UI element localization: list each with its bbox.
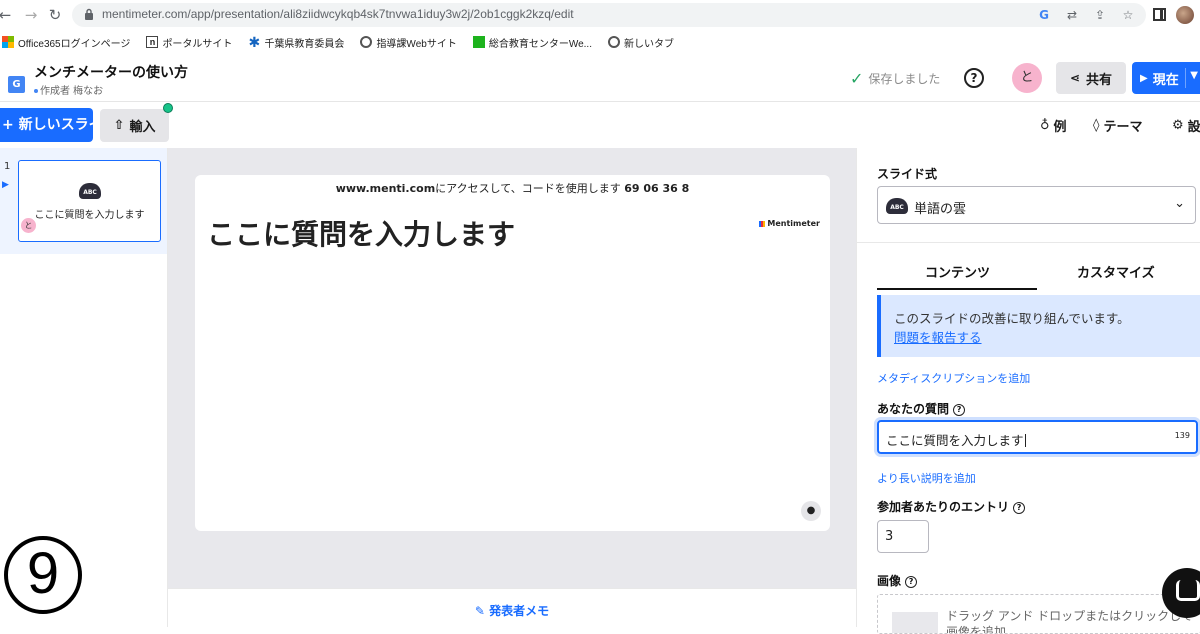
slide-thumbnail[interactable]: ABC ここに質問を入力します と (18, 160, 161, 242)
slide-type-select[interactable]: ABC 単語の雲 ⌄ (877, 186, 1196, 224)
image-label: 画像? (877, 572, 918, 589)
slide-preview[interactable]: www.menti.comにアクセスして、コードを使用します 69 06 36 … (195, 175, 830, 531)
profile-avatar[interactable] (1176, 6, 1194, 24)
reload-icon[interactable]: ↻ (46, 6, 64, 24)
browser-toolbar: ← → ↻ mentimeter.com/app/presentation/al… (0, 0, 1200, 30)
divider (1185, 68, 1186, 88)
asterisk-icon: ✱ (248, 34, 261, 50)
bookmark-center[interactable]: 総合教育センターWe... (472, 35, 592, 50)
improvement-notice: このスライドの改善に取り組んでいます。 問題を報告する (877, 295, 1200, 357)
chevron-down-icon[interactable]: ▼ (1190, 70, 1198, 81)
themes-button[interactable]: ◊ テーマ (1093, 116, 1142, 135)
character-count: 139 (1174, 431, 1190, 440)
presentation-author: 作成者 梅なお (34, 82, 103, 97)
present-button[interactable]: ▶ 現在 ▼ (1132, 62, 1200, 94)
slide-type-label: スライド式 (877, 167, 938, 181)
settings-button[interactable]: ⚙設定 (1172, 116, 1200, 135)
help-icon[interactable]: ? (953, 404, 966, 416)
portal-icon: n (146, 36, 159, 48)
slide-row-active[interactable]: 1 ▶ ABC ここに質問を入力します と (0, 148, 167, 254)
presenter-notes-bar: ✎ 発表者メモ (168, 588, 856, 627)
bookmark-chiba-board[interactable]: ✱ 千葉県教育委員会 (248, 35, 344, 50)
bookmark-star-icon[interactable]: ☆ (1120, 6, 1136, 24)
image-placeholder (892, 612, 938, 633)
translate-icon[interactable]: G (8, 76, 25, 93)
globe-icon (360, 36, 373, 48)
import-button[interactable]: ⇧ 輸入 (100, 109, 169, 142)
upload-icon: ⇧ (113, 118, 125, 133)
active-tab-indicator (877, 288, 1037, 290)
mentimeter-logo: Mentimeter (759, 219, 820, 228)
dropzone-text: ドラッグ アンド ドロップまたはクリックして画像を追加 (946, 609, 1193, 634)
step-number-badge: 9 (4, 536, 82, 614)
word-cloud-icon: ABC (886, 198, 908, 214)
add-long-description-link[interactable]: より長い説明を追加 (877, 470, 976, 486)
question-label: あなたの質問? (877, 400, 966, 417)
play-icon: ▶ (1140, 72, 1148, 84)
presentation-title[interactable]: メンチメーターの使い方 (34, 62, 188, 82)
help-icon[interactable]: ? (905, 576, 918, 588)
share-page-icon[interactable]: ⇪ (1092, 6, 1108, 24)
check-icon: ✓ (850, 68, 864, 88)
entries-per-participant-input[interactable]: 3 (877, 520, 929, 553)
text-caret (1024, 434, 1026, 447)
editor-avatar: と (21, 218, 36, 233)
add-meta-description-link[interactable]: メタディスクリプションを追加 (877, 370, 1030, 386)
bookmark-office365[interactable]: Office365ログインページ (2, 35, 130, 50)
lightbulb-icon: ♁ (1040, 118, 1050, 133)
bookmark-shidouka[interactable]: 指導課Webサイト (360, 35, 457, 50)
examples-button[interactable]: ♁ 例 (1040, 116, 1067, 135)
slide-canvas-area: www.menti.comにアクセスして、コードを使用します 69 06 36 … (168, 148, 856, 588)
join-instructions: www.menti.comにアクセスして、コードを使用します 69 06 36 … (335, 182, 690, 195)
settings-panel: スライド式 ABC 単語の雲 ⌄ コンテンツ カスタマイズ このスライドの改善に… (856, 148, 1200, 634)
share-button[interactable]: ⋖ 共有 (1056, 62, 1126, 94)
save-status: ✓ 保存しました (850, 68, 941, 88)
new-slide-button[interactable]: + 新しいスライド (0, 108, 93, 142)
side-panel-icon[interactable] (1153, 8, 1166, 21)
back-icon[interactable]: ← (0, 6, 14, 24)
divider (857, 242, 1200, 243)
tab-content[interactable]: コンテンツ (925, 262, 990, 281)
participant-icon[interactable]: ● (801, 501, 821, 521)
bookmark-portal[interactable]: n ポータルサイト (146, 35, 232, 50)
current-slide-arrow-icon: ▶ (2, 180, 9, 190)
translate-page-icon[interactable]: ⇄ (1064, 6, 1080, 24)
pencil-icon: ✎ (474, 604, 485, 618)
entries-label: 参加者あたりのエントリ? (877, 498, 1026, 515)
url-text: mentimeter.com/app/presentation/ali8ziid… (102, 7, 574, 21)
user-avatar[interactable]: と (1012, 63, 1042, 93)
bookmark-new-tab[interactable]: 新しいタブ (607, 35, 674, 50)
word-cloud-icon: ABC (79, 183, 101, 199)
share-icon: ⋖ (1069, 71, 1081, 85)
google-icon[interactable]: G (1036, 6, 1052, 24)
gear-icon: ⚙ (1172, 118, 1184, 133)
slide-thumbnail-title: ここに質問を入力します (34, 210, 145, 221)
mentimeter-mark-icon (759, 220, 766, 227)
help-icon[interactable]: ? (1013, 502, 1026, 514)
tab-customize[interactable]: カスタマイズ (1077, 262, 1155, 281)
new-badge-icon (163, 103, 173, 113)
forward-icon[interactable]: → (22, 6, 40, 24)
lock-icon (85, 8, 93, 20)
slide-heading[interactable]: ここに質問を入力します (207, 213, 515, 253)
editor-toolbar: + 新しいスライド ⇧ 輸入 ♁例 ◊テーマ ⚙設定 (0, 102, 1200, 148)
globe-icon (607, 36, 620, 48)
help-button[interactable]: ? (964, 68, 984, 88)
slide-list: 1 ▶ ABC ここに質問を入力します と 9 (0, 148, 168, 627)
report-issue-link[interactable]: 問題を報告する (894, 327, 982, 346)
app-header: G メンチメーターの使い方 作成者 梅なお ✓ 保存しました ? と ⋖ 共有 ▶… (0, 54, 1200, 102)
question-input[interactable]: ここに質問を入力します 139 (877, 420, 1198, 454)
notice-text: このスライドの改善に取り組んでいます。 (894, 311, 1130, 326)
presenter-notes-button[interactable]: ✎ 発表者メモ (168, 602, 856, 619)
bookmarks-bar: Office365ログインページ n ポータルサイト ✱ 千葉県教育委員会 指導課W… (0, 30, 1200, 54)
center-icon (472, 36, 485, 48)
droplet-icon: ◊ (1093, 118, 1100, 133)
slide-number: 1 (4, 161, 11, 172)
dot-icon (34, 89, 38, 93)
microsoft-icon (2, 36, 14, 48)
image-dropzone[interactable]: ドラッグ アンド ドロップまたはクリックして画像を追加 (877, 594, 1200, 634)
slide-type-value: 単語の雲 (914, 202, 967, 217)
address-bar[interactable]: mentimeter.com/app/presentation/ali8ziid… (72, 3, 1146, 27)
chevron-down-icon: ⌄ (1174, 196, 1185, 211)
